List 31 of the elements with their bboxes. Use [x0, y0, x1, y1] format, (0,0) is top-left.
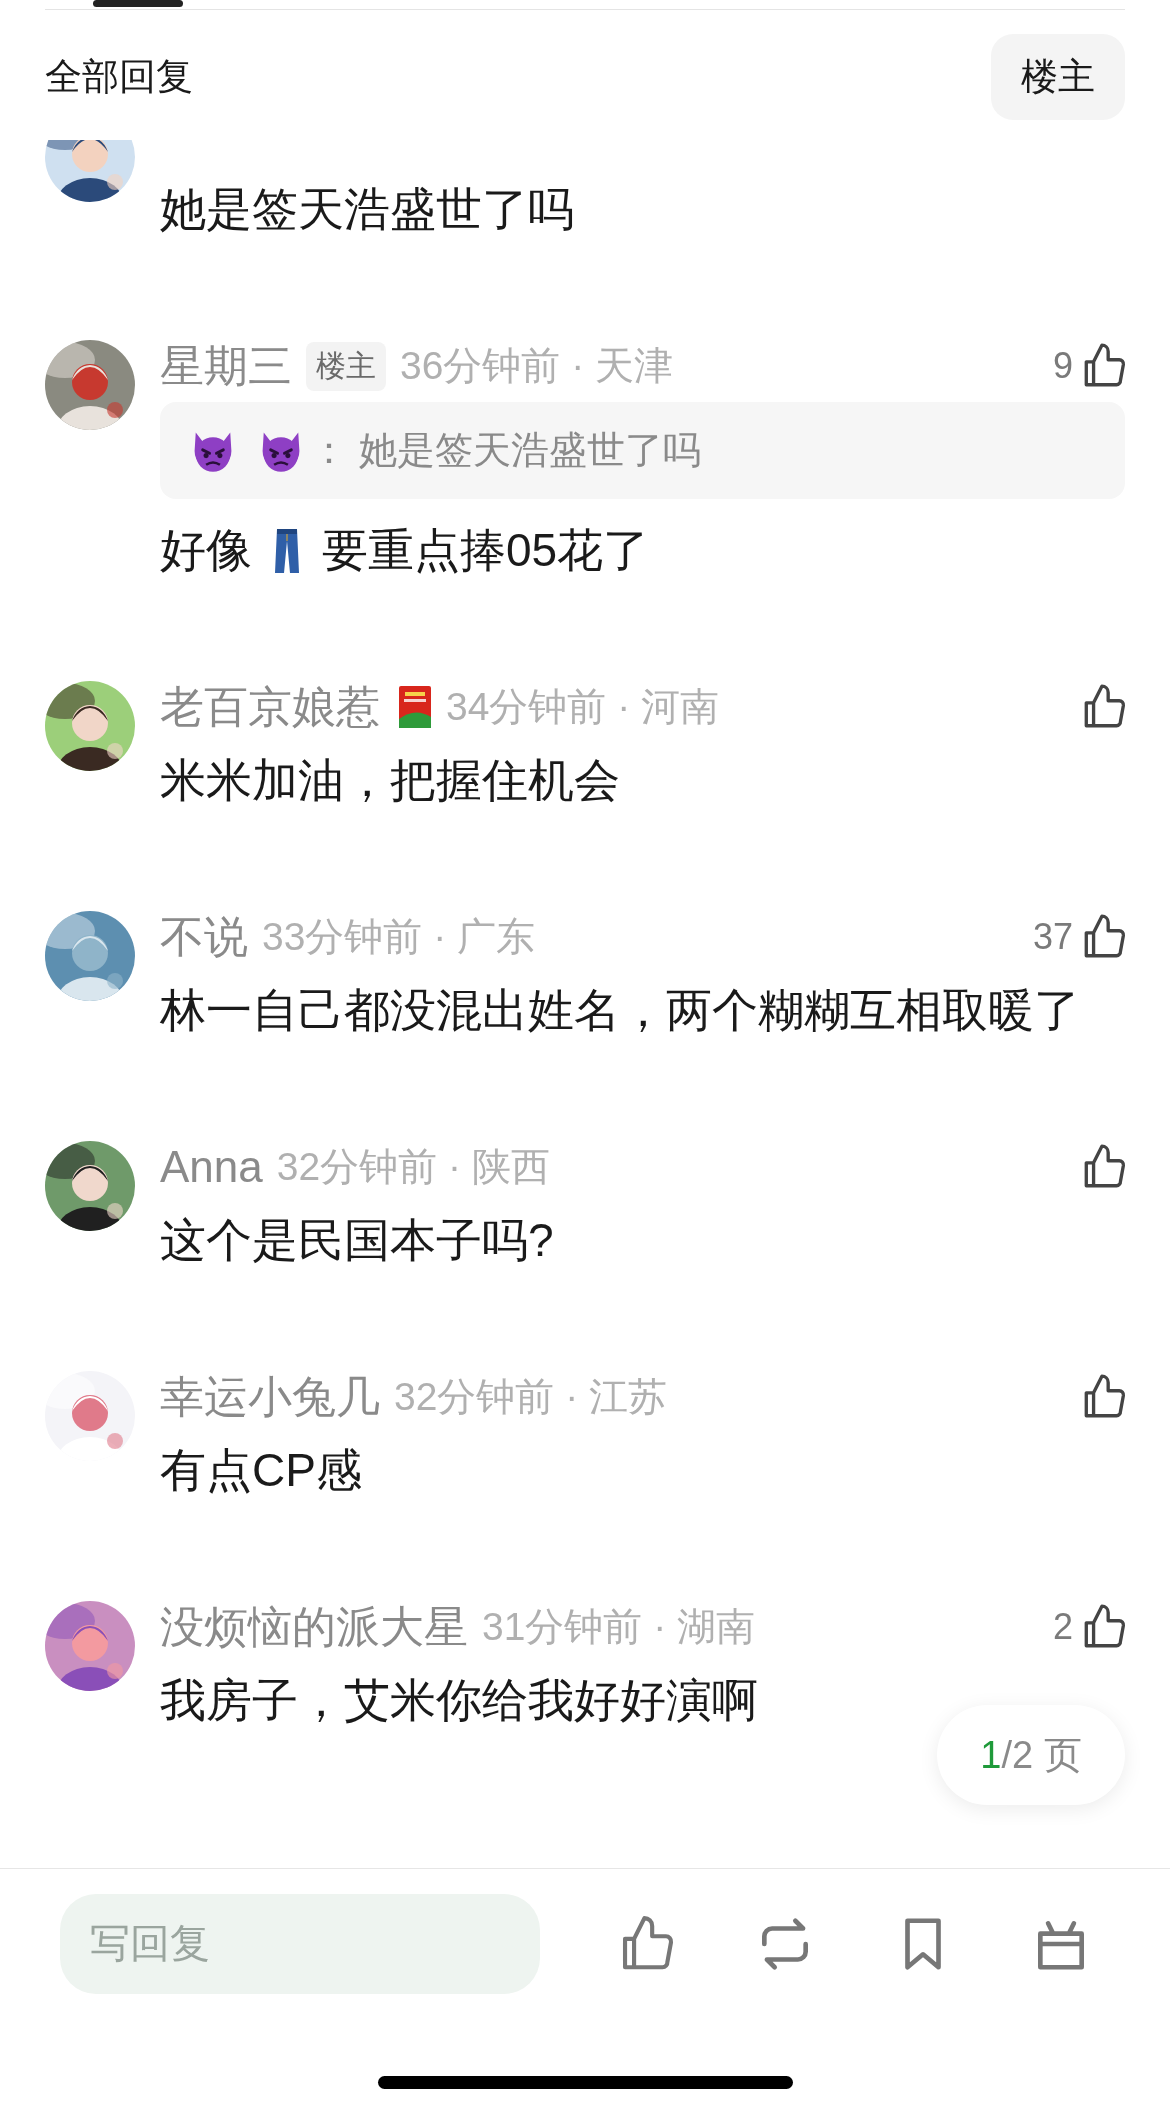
quoted-reply[interactable]: ： 她是签天浩盛世了吗 [160, 402, 1125, 499]
username[interactable]: 老百京娘惹 [160, 677, 380, 737]
like-count: 9 [1052, 345, 1073, 387]
username[interactable]: Anna [160, 1142, 263, 1192]
username[interactable]: 星期三 [160, 336, 292, 396]
comment-text: 她是签天浩盛世了吗 [160, 182, 574, 237]
quoted-text: ： 她是签天浩盛世了吗 [310, 428, 701, 473]
comment-text: 米米加油，把握住机会 [160, 753, 620, 808]
comment-text: 好像 [160, 523, 252, 578]
page-indicator[interactable]: 1/2 页 [937, 1705, 1125, 1805]
reply-field[interactable]: 写回复 [60, 1893, 540, 1994]
comment-time: 32分钟前 · 江苏 [394, 1374, 668, 1420]
author-filter-button[interactable]: 楼主 [991, 34, 1125, 120]
author-tag: 楼主 [306, 341, 386, 391]
comment-text: 林一自己都没混出姓名，两个糊糊互相取暖了 [160, 983, 1080, 1038]
username[interactable]: 没烦恼的派大星 [160, 1597, 468, 1657]
comment-time: 33分钟前 · 广东 [262, 914, 536, 960]
username[interactable]: 不说 [160, 907, 248, 967]
username[interactable]: 幸运小兔几 [160, 1367, 380, 1427]
comment-text: 有点CP感 [160, 1443, 362, 1498]
comment-text: 要重点捧05花了 [322, 523, 650, 578]
like-count: 2 [1052, 1606, 1073, 1648]
comment-text: 我房子，艾米你给我好好演啊 [160, 1673, 758, 1728]
section-title: 全部回复 [45, 55, 193, 99]
book-badge-icon [398, 685, 432, 729]
comment-time: 32分钟前 · 陕西 [276, 1144, 550, 1190]
comment-text: 这个是民国本子吗? [160, 1213, 554, 1268]
like-count: 37 [1032, 916, 1073, 958]
comment-time: 31分钟前 · 湖南 [482, 1604, 756, 1650]
comment-time: 34分钟前 · 河南 [446, 684, 720, 730]
comment-time: 36分钟前 · 天津 [400, 343, 674, 389]
